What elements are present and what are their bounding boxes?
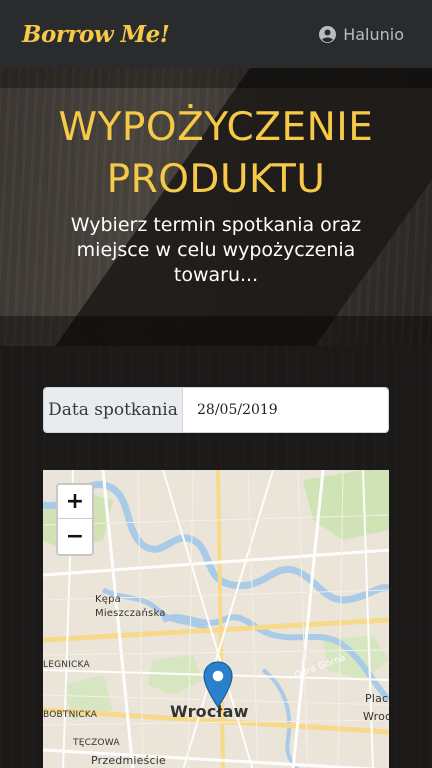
user-menu[interactable]: Halunio xyxy=(319,25,404,44)
date-input[interactable] xyxy=(183,388,388,432)
hero-banner: WYPOŻYCZENIE PRODUKTU Wybierz termin spo… xyxy=(0,68,432,346)
hero-top-band xyxy=(0,68,432,88)
navbar: Borrow Me! Halunio xyxy=(0,0,432,68)
brand-logo[interactable]: Borrow Me! xyxy=(22,21,170,48)
map-label-mieszczanska: Mieszczańska xyxy=(95,608,166,619)
location-map[interactable]: Kępa Mieszczańska LEGNICKA BOBTNICKA TĘC… xyxy=(43,470,389,768)
date-label: Data spotkania xyxy=(44,388,183,432)
page-title-line1: WYPOŻYCZENIE xyxy=(58,105,374,150)
map-tiles[interactable] xyxy=(43,470,389,768)
map-label-plac: Plac xyxy=(365,692,389,705)
map-label-kepa: Kępa xyxy=(95,594,121,605)
main-content: Data spotkania 28/05/2019 Kępa Mieszczań… xyxy=(0,346,432,768)
page-subtitle: Wybierz termin spotkania oraz miejsce w … xyxy=(70,214,362,286)
map-marker-icon[interactable] xyxy=(203,661,233,709)
map-label-teczowa: TĘCZOWA xyxy=(73,738,120,748)
zoom-in-button[interactable]: + xyxy=(58,485,92,519)
map-label-przedmiescie: Przedmieście xyxy=(91,754,167,767)
zoom-out-button[interactable]: − xyxy=(58,519,92,553)
map-label-legnicka: LEGNICKA xyxy=(43,660,90,670)
date-input-group: Data spotkania xyxy=(43,387,389,433)
page-title-line2: PRODUKTU xyxy=(106,157,326,202)
hero-bottom-band xyxy=(0,316,432,346)
map-zoom-control: + − xyxy=(56,483,94,556)
user-circle-icon xyxy=(319,25,337,43)
map-label-bobtnicka: BOBTNICKA xyxy=(43,710,98,720)
map-label-wroc: Wroc xyxy=(363,710,389,723)
page-title: WYPOŻYCZENIE PRODUKTU xyxy=(0,102,432,206)
user-name: Halunio xyxy=(343,24,404,44)
